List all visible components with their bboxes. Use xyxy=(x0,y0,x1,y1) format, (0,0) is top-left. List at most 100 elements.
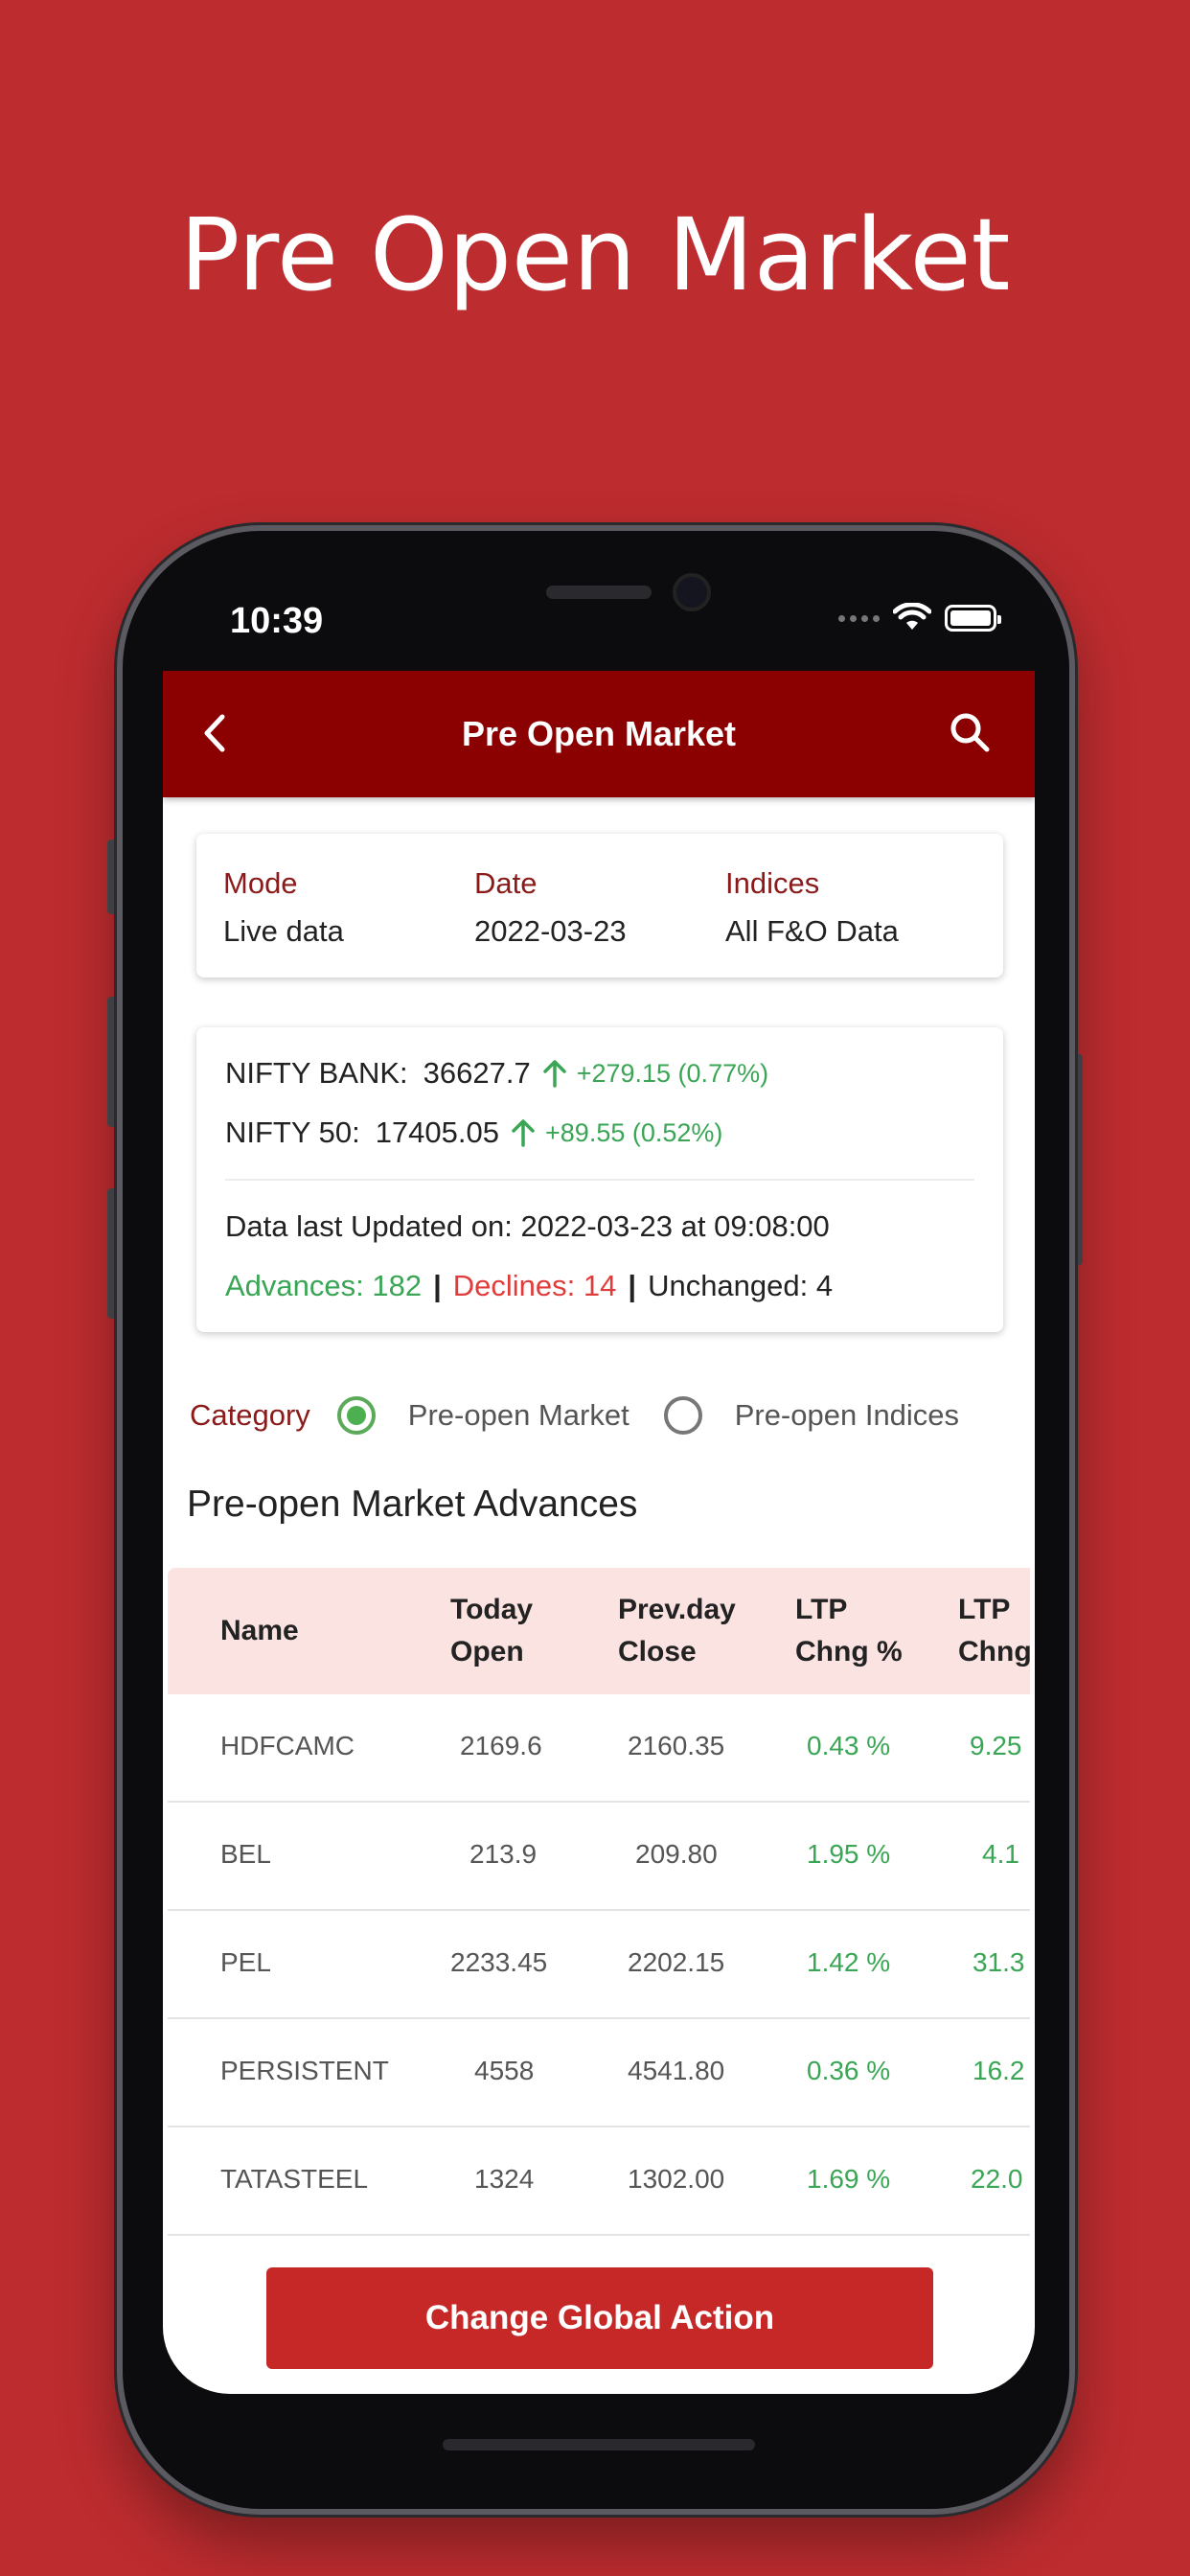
status-icons xyxy=(838,603,1001,633)
col-prev-close[interactable]: Prev.day Close xyxy=(618,1589,736,1673)
nifty50-label: NIFTY 50: xyxy=(225,1116,360,1149)
phone-volume-up xyxy=(107,997,117,1127)
nifty-bank-change: +279.15 (0.77%) xyxy=(576,1058,769,1088)
cell-ltp-chng: 22.0 xyxy=(971,2164,1023,2194)
app-bar: Pre Open Market xyxy=(163,671,1035,797)
unchanged-count: Unchanged: 4 xyxy=(648,1269,834,1302)
radio-selected-dot xyxy=(346,1406,366,1425)
advances-table: Name Today Open Prev.day Close LTP Chng … xyxy=(168,1568,1032,2236)
category-selector: Category Pre-open Market Pre-open Indice… xyxy=(190,1392,1014,1439)
status-bar: 10:39 xyxy=(163,589,1035,656)
col-ltp-chng-line1: LTP xyxy=(958,1594,1011,1625)
divider xyxy=(225,1179,974,1181)
cell-close: 2202.15 xyxy=(628,1947,725,1977)
cell-ltp-chng: 4.1 xyxy=(982,1839,1019,1869)
nifty-bank-label: NIFTY BANK: xyxy=(225,1056,408,1090)
nifty50-change: +89.55 (0.52%) xyxy=(545,1117,723,1147)
app-screen: Pre Open Market Mode Live data Date 2022… xyxy=(163,671,1035,2394)
cell-close: 209.80 xyxy=(635,1839,718,1869)
col-ltp-chng-pct-line1: LTP xyxy=(795,1594,848,1625)
radio-pre-open-market[interactable] xyxy=(336,1396,376,1435)
col-ltp-chng-pct-line2: Chng % xyxy=(795,1636,903,1668)
wifi-icon xyxy=(893,603,931,630)
cell-ltp-chng: 16.2 xyxy=(973,2056,1025,2085)
nifty50-value: 17405.05 xyxy=(375,1116,500,1149)
table-header: Name Today Open Prev.day Close LTP Chng … xyxy=(168,1568,1032,1694)
table-row[interactable]: BEL 213.9 209.80 1.95 % 4.1 xyxy=(168,1803,1030,1911)
page-title: Pre Open Market xyxy=(461,714,737,753)
cell-ltp-pct: 0.43 % xyxy=(807,1731,891,1760)
index-card: NIFTY BANK: 36627.7 +279.15 (0.77%) NIFT… xyxy=(196,1027,1003,1332)
nifty-bank-value: 36627.7 xyxy=(423,1056,531,1090)
col-prev-close-line2: Close xyxy=(618,1636,697,1668)
cell-ltp-chng: 31.3 xyxy=(973,1947,1025,1977)
cell-name: TATASTEEL xyxy=(220,2164,369,2194)
last-updated-text: Data last Updated on: 2022-03-23 at 09:0… xyxy=(225,1209,830,1243)
cell-name: BEL xyxy=(220,1839,271,1869)
cell-ltp-pct: 1.95 % xyxy=(807,1839,891,1869)
cell-ltp-pct: 0.36 % xyxy=(807,2056,891,2085)
date-label: Date xyxy=(474,866,538,900)
col-ltp-chng[interactable]: LTP Chng xyxy=(958,1589,1032,1673)
indices-label: Indices xyxy=(725,866,820,900)
nifty-bank-row: NIFTY BANK: 36627.7 +279.15 (0.77%) xyxy=(225,1056,768,1091)
col-today-open[interactable]: Today Open xyxy=(450,1589,533,1673)
table-row[interactable]: HDFCAMC 2169.6 2160.35 0.43 % 9.25 xyxy=(168,1694,1030,1803)
cell-open: 2233.45 xyxy=(450,1947,548,1977)
mode-column: Mode Live data xyxy=(223,866,344,949)
mode-label: Mode xyxy=(223,866,298,900)
section-title: Pre-open Market Advances xyxy=(187,1484,638,1525)
table-row[interactable]: PERSISTENT 4558 4541.80 0.36 % 16.2 xyxy=(168,2019,1030,2128)
radio-pre-open-indices[interactable] xyxy=(663,1396,702,1435)
cell-open: 4558 xyxy=(474,2056,535,2085)
category-label: Category xyxy=(190,1398,310,1432)
option-pre-open-indices[interactable]: Pre-open Indices xyxy=(735,1398,959,1433)
date-column: Date 2022-03-23 xyxy=(474,866,627,949)
nifty50-row: NIFTY 50: 17405.05 +89.55 (0.52%) xyxy=(225,1116,722,1150)
arrow-up-icon xyxy=(511,1118,536,1147)
col-today-open-line1: Today xyxy=(450,1594,534,1625)
table-row[interactable]: PEL 2233.45 2202.15 1.42 % 31.3 xyxy=(168,1911,1030,2019)
cell-open: 213.9 xyxy=(469,1839,538,1869)
indices-column: Indices All F&O Data xyxy=(725,866,899,949)
market-breadth: Advances: 182 | Declines: 14 | Unchanged: 4 xyxy=(225,1269,833,1303)
signal-icon xyxy=(838,614,880,622)
cell-name: HDFCAMC xyxy=(220,1731,355,1760)
separator: | xyxy=(433,1269,442,1302)
date-value: 2022-03-23 xyxy=(474,914,627,948)
advances-count: Advances: 182 xyxy=(225,1269,423,1302)
cell-open: 2169.6 xyxy=(460,1731,542,1760)
back-button[interactable] xyxy=(192,709,240,757)
col-ltp-chng-pct[interactable]: LTP Chng % xyxy=(795,1589,903,1673)
cell-ltp-chng: 9.25 xyxy=(970,1731,1022,1760)
cell-ltp-pct: 1.69 % xyxy=(807,2164,891,2194)
col-today-open-line2: Open xyxy=(450,1636,524,1668)
phone-volume-down xyxy=(107,1188,117,1319)
home-indicator[interactable] xyxy=(443,2439,755,2450)
col-name[interactable]: Name xyxy=(220,1610,299,1652)
table-row[interactable]: TATASTEEL 1324 1302.00 1.69 % 22.0 xyxy=(168,2128,1030,2236)
cell-open: 1324 xyxy=(474,2164,535,2194)
col-ltp-chng-line2: Chng xyxy=(958,1636,1032,1668)
cell-close: 4541.80 xyxy=(628,2056,725,2085)
search-icon xyxy=(950,713,990,752)
phone-mute-switch xyxy=(107,840,117,914)
change-global-action-button[interactable]: Change Global Action xyxy=(266,2267,933,2369)
col-prev-close-line1: Prev.day xyxy=(618,1594,736,1625)
promo-headline: Pre Open Market xyxy=(179,196,1011,313)
battery-icon xyxy=(945,605,1001,632)
cell-name: PERSISTENT xyxy=(220,2056,389,2085)
option-pre-open-market[interactable]: Pre-open Market xyxy=(408,1398,629,1433)
mode-value: Live data xyxy=(223,914,344,948)
indices-value: All F&O Data xyxy=(725,914,899,948)
cell-close: 1302.00 xyxy=(628,2164,725,2194)
separator: | xyxy=(628,1269,637,1302)
search-button[interactable] xyxy=(947,709,995,757)
status-time: 10:39 xyxy=(230,601,324,641)
chevron-left-icon xyxy=(204,714,225,752)
cell-close: 2160.35 xyxy=(628,1731,725,1760)
declines-count: Declines: 14 xyxy=(452,1269,617,1302)
cell-name: PEL xyxy=(220,1947,271,1977)
cell-ltp-pct: 1.42 % xyxy=(807,1947,891,1977)
arrow-up-icon xyxy=(542,1059,567,1088)
